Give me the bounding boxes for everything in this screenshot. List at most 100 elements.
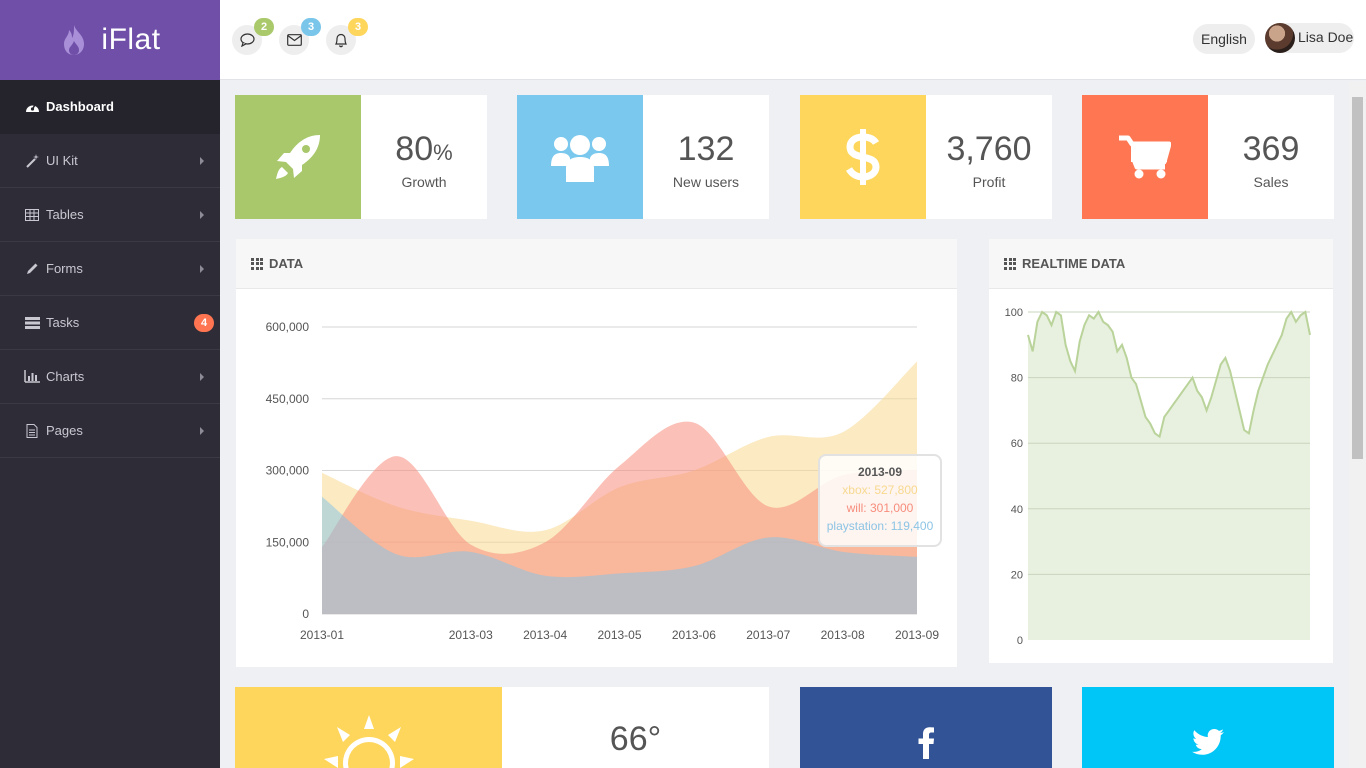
y-tick-label: 60 <box>1011 438 1023 450</box>
sidebar-item-tables[interactable]: Tables <box>0 188 220 242</box>
facebook-card[interactable] <box>800 687 1052 768</box>
mail-badge: 3 <box>301 18 321 36</box>
tasks-count-badge: 4 <box>194 313 214 332</box>
stat-icon-box <box>800 95 926 219</box>
sidebar-item-label: Dashboard <box>46 99 114 114</box>
sidebar-item-label: Forms <box>46 261 83 276</box>
sidebar-item-ui-kit[interactable]: UI Kit <box>0 134 220 188</box>
x-tick-label: 2013-08 <box>821 628 865 642</box>
x-tick-label: 2013-03 <box>449 628 493 642</box>
caret-right-icon <box>200 426 204 435</box>
mail-button[interactable]: 3 <box>279 18 321 55</box>
brand-logo[interactable]: iFlat <box>0 0 220 80</box>
weather-temperature: 66° <box>609 720 662 758</box>
stat-card-new-users: 132 New users <box>517 95 769 219</box>
x-tick-label: 2013-06 <box>672 628 716 642</box>
sidebar-item-label: UI Kit <box>46 153 78 168</box>
grid-icon <box>251 257 263 270</box>
page-scrollbar[interactable] <box>1349 81 1366 768</box>
weather-icon-box <box>235 687 502 768</box>
magic-wand-icon <box>24 153 40 169</box>
rocket-icon <box>276 135 320 179</box>
weather-card: 66° <box>235 687 769 768</box>
stat-value: 3,760 <box>946 130 1032 168</box>
sidebar-item-forms[interactable]: Forms <box>0 242 220 296</box>
bell-icon <box>335 33 347 47</box>
sidebar-item-label: Charts <box>46 369 85 384</box>
notifications-button[interactable]: 3 <box>326 18 368 55</box>
facebook-icon <box>918 727 934 759</box>
dollar-icon <box>846 129 880 185</box>
y-tick-label: 600,000 <box>266 320 310 334</box>
language-selector[interactable]: English <box>1193 24 1255 54</box>
chart-tooltip: 2013-09 xbox: 527,800 will: 301,000 play… <box>818 454 942 547</box>
panel-header: REALTIME DATA <box>989 239 1333 289</box>
stat-icon-box <box>517 95 643 219</box>
tooltip-line-xbox: xbox: 527,800 <box>842 483 918 497</box>
notifications-badge: 3 <box>348 18 368 36</box>
y-tick-label: 300,000 <box>266 464 310 478</box>
scrollbar-thumb[interactable] <box>1352 97 1363 459</box>
stat-value: 369 <box>1242 130 1300 168</box>
y-tick-label: 150,000 <box>266 535 310 549</box>
user-menu[interactable]: Lisa Doe <box>1265 23 1354 53</box>
stat-card-profit: 3,760 Profit <box>800 95 1052 219</box>
messages-badge: 2 <box>254 18 274 36</box>
caret-right-icon <box>200 156 204 165</box>
bar-chart-icon <box>24 369 40 385</box>
stat-icon-box <box>1082 95 1208 219</box>
tooltip-line-playstation: playstation: 119,400 <box>826 519 934 533</box>
grid-icon <box>1004 257 1016 270</box>
y-tick-label: 0 <box>1017 635 1023 647</box>
file-icon <box>24 423 40 439</box>
x-tick-label: 2013-07 <box>746 628 790 642</box>
y-tick-label: 100 <box>1005 307 1023 319</box>
sidebar-item-label: Pages <box>46 423 83 438</box>
tooltip-title: 2013-09 <box>857 465 903 479</box>
panel-title: DATA <box>269 256 304 271</box>
sidebar-item-charts[interactable]: Charts <box>0 350 220 404</box>
realtime-panel: REALTIME DATA 0 20 40 60 80 100 <box>989 239 1333 663</box>
realtime-chart[interactable]: 0 20 40 60 80 100 <box>989 289 1333 663</box>
y-tick-label: 40 <box>1011 504 1023 516</box>
y-tick-label: 80 <box>1011 373 1023 385</box>
x-tick-label: 2013-04 <box>523 628 567 642</box>
data-panel: DATA 0 150,000 300,000 450,000 600,000 2013-0… <box>236 239 957 667</box>
sidebar: iFlat Dashboard UI Kit Tables Forms Task… <box>0 0 220 768</box>
twitter-card[interactable] <box>1082 687 1334 768</box>
stat-value: 132 <box>677 130 735 168</box>
caret-right-icon <box>200 372 204 381</box>
envelope-icon <box>286 34 302 46</box>
tasks-icon <box>24 315 40 331</box>
stat-label: Profit <box>972 174 1006 190</box>
x-tick-label: 2013-09 <box>895 628 939 642</box>
stat-value: 80 <box>395 130 434 168</box>
y-tick-label: 0 <box>302 607 309 621</box>
caret-right-icon <box>200 264 204 273</box>
panel-title: REALTIME DATA <box>1022 256 1126 271</box>
stat-label: Growth <box>401 174 447 190</box>
sidebar-item-tasks[interactable]: Tasks 4 <box>0 296 220 350</box>
caret-right-icon <box>200 210 204 219</box>
stat-card-growth: 80% Growth <box>235 95 487 219</box>
stat-label: Sales <box>1253 174 1289 190</box>
brand-name: iFlat <box>101 23 161 56</box>
sidebar-item-label: Tables <box>46 207 84 222</box>
top-header: 2 3 3 English Lisa Doe <box>220 0 1366 80</box>
stat-card-sales: 369 Sales <box>1082 95 1334 219</box>
tooltip-line-will: will: 301,000 <box>846 501 914 515</box>
messages-button[interactable]: 2 <box>232 18 274 55</box>
twitter-icon <box>1192 729 1224 755</box>
comment-icon <box>239 33 255 47</box>
avatar <box>1265 23 1295 53</box>
cart-icon <box>1119 135 1171 179</box>
dashboard-icon <box>24 99 40 115</box>
sidebar-item-dashboard[interactable]: Dashboard <box>0 80 220 134</box>
table-icon <box>24 207 40 223</box>
pencil-icon <box>24 261 40 277</box>
users-icon <box>551 135 609 182</box>
y-tick-label: 20 <box>1011 569 1023 581</box>
sun-icon <box>324 715 414 768</box>
flame-icon <box>64 25 85 55</box>
sidebar-item-pages[interactable]: Pages <box>0 404 220 458</box>
